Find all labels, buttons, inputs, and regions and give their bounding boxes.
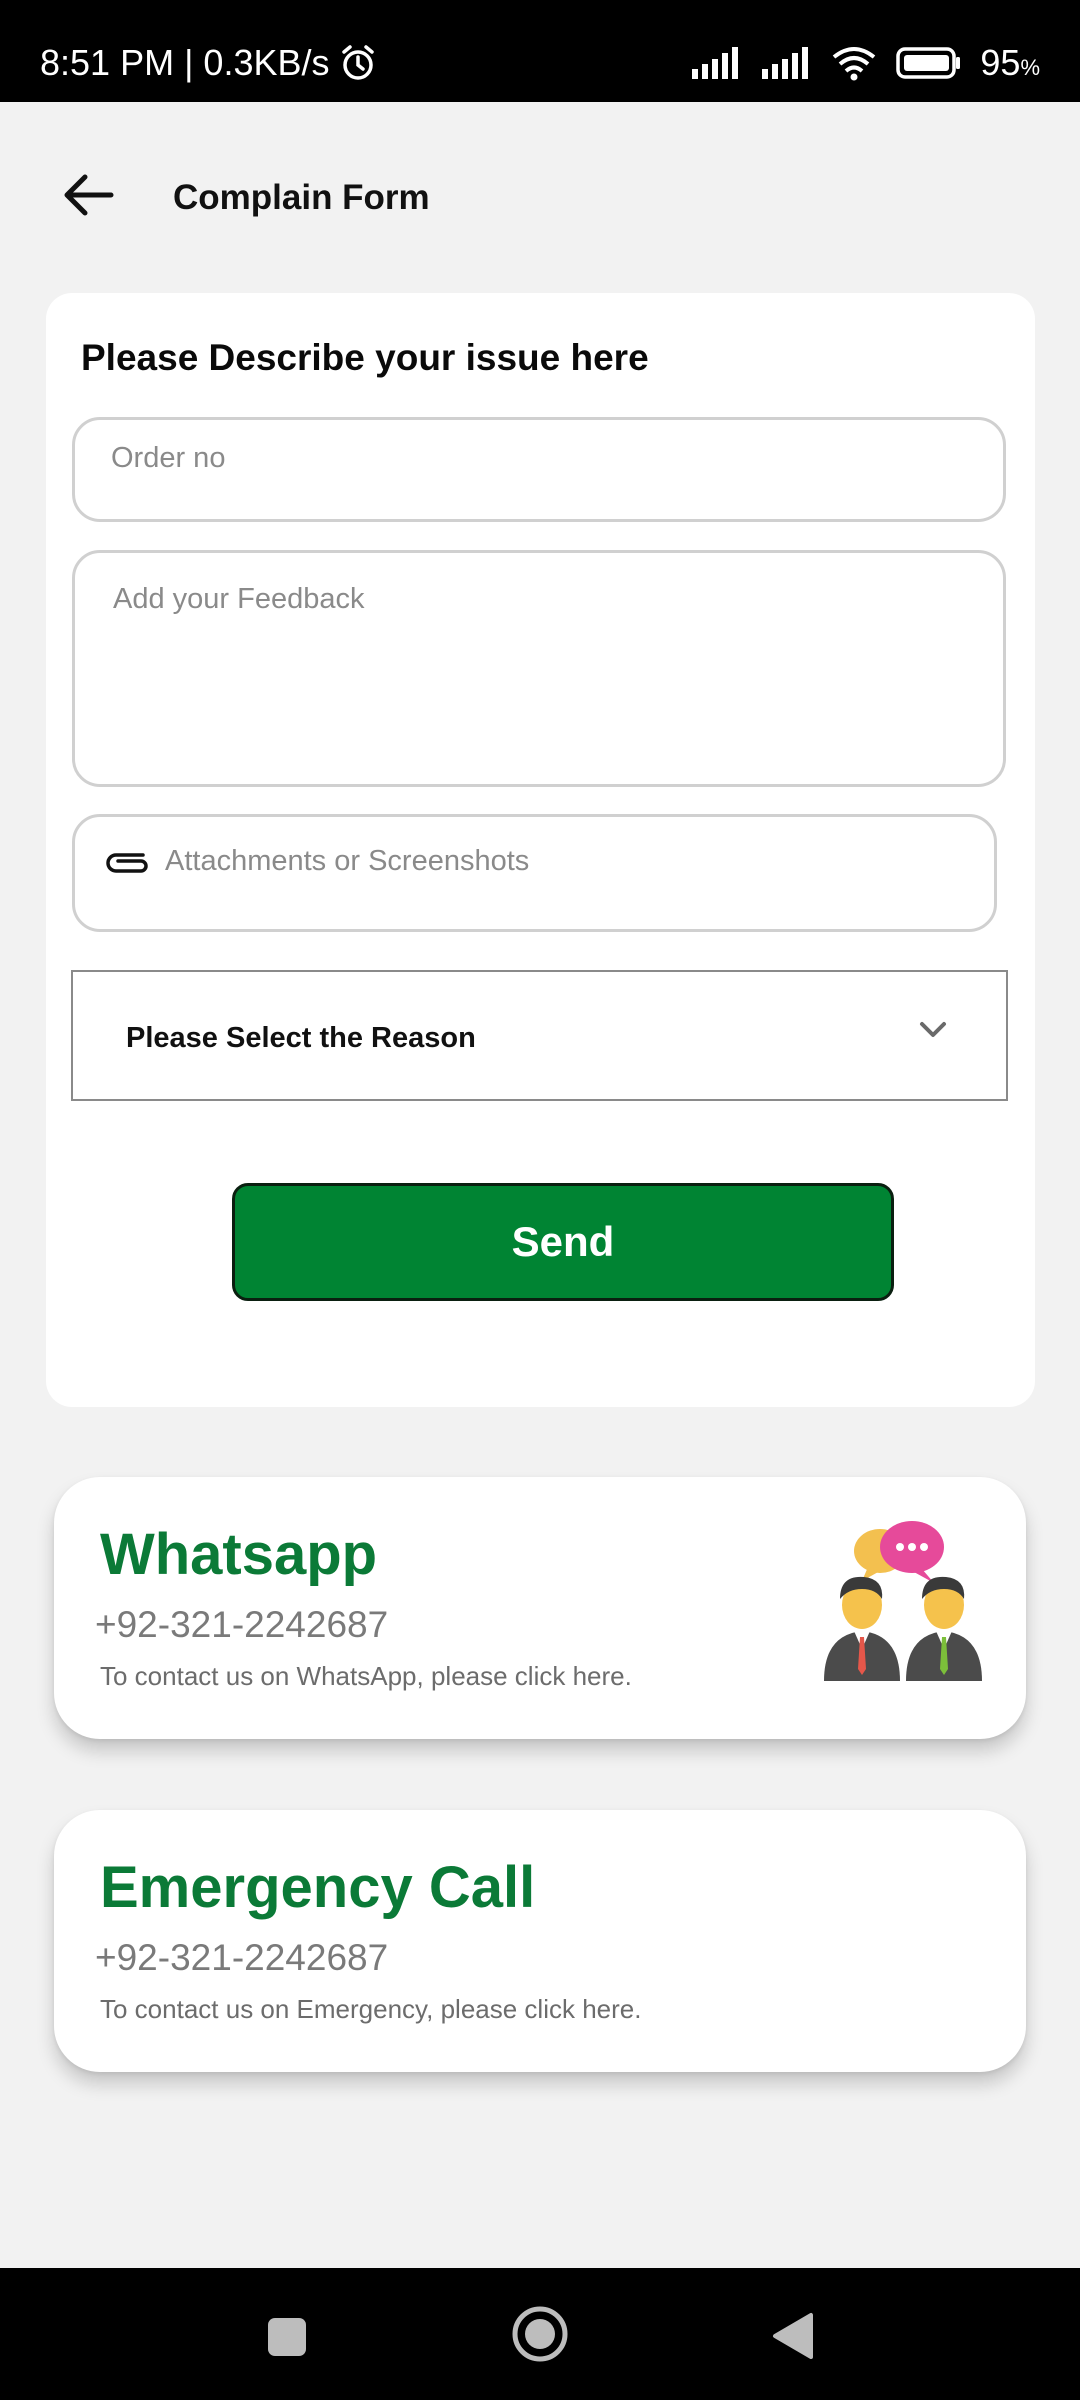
reason-select-label: Please Select the Reason (126, 1022, 476, 1054)
signal-icon (690, 47, 742, 79)
status-time-speed: 8:51 PM | 0.3KB/s (40, 42, 330, 83)
system-back-button[interactable] (762, 2308, 822, 2368)
status-bar: 8:51 PM | 0.3KB/s 95% (0, 0, 1080, 102)
form-heading: Please Describe your issue here (81, 337, 649, 378)
whatsapp-title: Whatsapp (100, 1522, 378, 1587)
back-button[interactable] (48, 162, 128, 232)
order-number-placeholder: Order no (111, 442, 226, 474)
system-nav-bar (0, 2268, 1080, 2400)
paperclip-icon (103, 847, 151, 882)
recents-icon (266, 2316, 308, 2363)
signal-icon (760, 47, 812, 79)
attachment-placeholder: Attachments or Screenshots (165, 845, 530, 877)
emergency-phone: +92-321-2242687 (95, 1937, 389, 1978)
app-header: Complain Form (0, 102, 1080, 292)
whatsapp-description: To contact us on WhatsApp, please click … (100, 1661, 632, 1691)
support-people-icon (818, 1519, 988, 1689)
whatsapp-phone: +92-321-2242687 (95, 1604, 389, 1645)
page-title: Complain Form (173, 178, 430, 217)
complain-form-card: Please Describe your issue here Order no… (46, 293, 1035, 1407)
order-number-input[interactable]: Order no (72, 417, 1006, 522)
emergency-description: To contact us on Emergency, please click… (100, 1994, 642, 2024)
send-button[interactable]: Send (232, 1183, 894, 1301)
back-icon (769, 2311, 815, 2366)
attachment-input[interactable]: Attachments or Screenshots (72, 814, 997, 932)
reason-select[interactable]: Please Select the Reason (71, 970, 1008, 1101)
emergency-title: Emergency Call (100, 1855, 536, 1920)
back-arrow-icon (61, 173, 115, 222)
alarm-icon (338, 43, 378, 83)
wifi-icon (830, 45, 878, 81)
chevron-down-icon (918, 1020, 948, 1045)
battery-icon (896, 46, 962, 80)
emergency-contact-card[interactable]: Emergency Call +92-321-2242687 To contac… (54, 1810, 1026, 2072)
status-right: 95% (690, 42, 1040, 84)
feedback-placeholder: Add your Feedback (113, 583, 365, 615)
status-left: 8:51 PM | 0.3KB/s (40, 42, 378, 84)
battery-level: 95% (980, 42, 1040, 83)
whatsapp-contact-card[interactable]: Whatsapp +92-321-2242687 To contact us o… (54, 1477, 1026, 1739)
home-button[interactable] (508, 2304, 572, 2368)
feedback-input[interactable]: Add your Feedback (72, 550, 1006, 787)
home-icon (510, 2304, 570, 2369)
recents-button[interactable] (260, 2312, 314, 2366)
